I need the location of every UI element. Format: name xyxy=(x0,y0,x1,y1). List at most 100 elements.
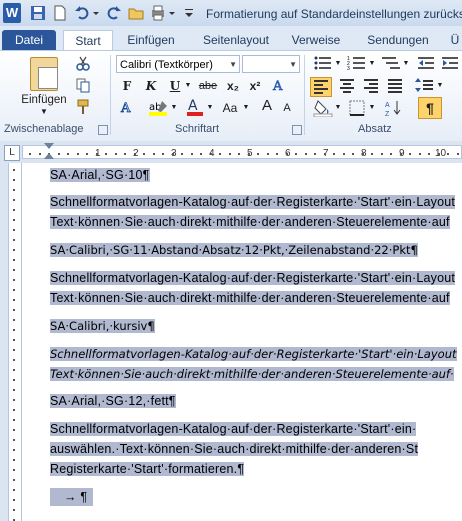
ruler-track[interactable]: 1 2 3 4 5 6 7 8 9 10 xyxy=(22,145,462,159)
ruler-tick xyxy=(209,153,212,155)
vertical-ruler-tick xyxy=(13,369,15,371)
print-dropdown-icon[interactable] xyxy=(168,5,176,21)
decrease-indent-icon[interactable] xyxy=(416,55,438,76)
first-line-indent-marker[interactable] xyxy=(44,143,54,149)
increase-indent-icon[interactable] xyxy=(440,55,462,76)
new-document-icon[interactable] xyxy=(52,5,68,21)
open-icon[interactable] xyxy=(128,5,144,21)
doc-line[interactable]: SA·Arial,·SG·12,·fett¶ xyxy=(50,394,176,408)
font-color-dropdown-icon[interactable]: ▼ xyxy=(206,99,214,117)
subscript-button[interactable]: x₂ xyxy=(224,77,242,95)
tab-einfuegen[interactable]: Einfügen xyxy=(120,30,182,50)
tab-selector-button[interactable]: L xyxy=(4,145,20,161)
doc-line[interactable]: SA·Arial,·SG·10¶ xyxy=(50,168,150,182)
strikethrough-button[interactable]: abe xyxy=(196,77,220,95)
copy-icon[interactable] xyxy=(74,77,92,98)
customize-qat-icon[interactable] xyxy=(184,5,194,21)
font-name-combo[interactable]: Calibri (Textkörper) ▼ xyxy=(116,55,240,73)
numbering-dropdown-icon[interactable]: ▼ xyxy=(368,55,376,73)
doc-line[interactable]: Text·können·Sie·auch·direkt·mithilfe·der… xyxy=(50,367,454,381)
italic-button[interactable]: K xyxy=(142,77,160,95)
change-case-button[interactable]: Aa xyxy=(218,99,242,117)
vertical-ruler-tick xyxy=(13,209,15,211)
doc-line[interactable]: SA·Calibri,·SG·11·Abstand·Absatz·12·Pkt,… xyxy=(50,243,418,257)
font-launcher-icon[interactable] xyxy=(292,125,302,135)
save-icon[interactable] xyxy=(30,5,46,21)
font-size-dropdown-icon[interactable]: ▼ xyxy=(289,56,297,74)
bullets-dropdown-icon[interactable]: ▼ xyxy=(334,55,342,73)
ruler-tick xyxy=(171,153,174,155)
underline-dropdown-icon[interactable]: ▼ xyxy=(184,77,192,95)
doc-line[interactable]: Text·können·Sie·auch·direkt·mithilfe·der… xyxy=(50,215,450,229)
vertical-ruler-tick xyxy=(13,279,15,281)
cut-icon[interactable] xyxy=(74,55,92,76)
tab-seitenlayout[interactable]: Seitenlayout xyxy=(194,30,278,50)
align-right-button[interactable] xyxy=(360,77,382,98)
print-preview-icon[interactable] xyxy=(150,5,166,21)
doc-line[interactable]: auswählen.·Text·können·Sie·auch·direkt·m… xyxy=(50,442,419,456)
doc-line[interactable]: SA·Calibri,·kursiv¶ xyxy=(50,319,155,333)
doc-line[interactable]: Schnellformatvorlagen-Katalog·auf·der·Re… xyxy=(50,347,457,361)
highlight-color-icon[interactable]: ab xyxy=(148,99,170,122)
ruler-tick xyxy=(428,153,430,155)
shrink-font-button[interactable]: A xyxy=(278,99,296,117)
tab-start[interactable]: Start xyxy=(63,30,113,51)
shading-dropdown-icon[interactable]: ▼ xyxy=(334,99,342,117)
doc-line[interactable]: Schnellformatvorlagen-Katalog·auf·der·Re… xyxy=(50,271,456,285)
multilevel-dropdown-icon[interactable]: ▼ xyxy=(402,55,410,73)
change-case-dropdown-icon[interactable]: ▼ xyxy=(242,99,250,117)
ruler-tick xyxy=(276,153,278,155)
font-name-dropdown-icon[interactable]: ▼ xyxy=(229,56,237,74)
format-painter-icon[interactable] xyxy=(74,99,92,120)
document-page[interactable]: SA·Arial,·SG·10¶ Schnellformatvorlagen-K… xyxy=(22,163,462,521)
vertical-ruler-tick xyxy=(13,169,15,171)
ruler-tick xyxy=(257,153,259,155)
grow-font-button[interactable]: A xyxy=(258,97,276,115)
tab-verweise[interactable]: Verweise xyxy=(288,30,344,50)
shading-icon[interactable] xyxy=(312,99,334,122)
underline-button[interactable]: U xyxy=(166,77,184,95)
highlight-dropdown-icon[interactable]: ▼ xyxy=(170,99,178,117)
doc-line-text: SA·Arial,·SG·10¶ xyxy=(50,168,150,182)
text-effects-icon[interactable]: A xyxy=(270,77,288,98)
borders-dropdown-icon[interactable]: ▼ xyxy=(368,99,376,117)
clipboard-launcher-icon[interactable] xyxy=(98,125,108,135)
undo-icon[interactable] xyxy=(74,5,90,21)
bullets-icon[interactable] xyxy=(312,55,334,76)
doc-line[interactable]: Registerkarte·'Start'·formatieren.¶ xyxy=(50,462,245,476)
numbering-icon[interactable]: 123 xyxy=(346,55,368,76)
align-left-button[interactable] xyxy=(310,77,332,97)
justify-button[interactable] xyxy=(384,77,406,98)
horizontal-ruler[interactable]: L 1 2 3 4 5 6 7 8 9 10 xyxy=(0,141,462,163)
tab-datei[interactable]: Datei xyxy=(2,30,56,50)
undo-dropdown-icon[interactable] xyxy=(92,5,100,21)
borders-icon[interactable] xyxy=(346,99,368,122)
line-spacing-dropdown-icon[interactable]: ▼ xyxy=(436,77,444,95)
bold-button[interactable]: F xyxy=(118,77,136,95)
tab-ueberpruefen[interactable]: Ü xyxy=(448,30,462,50)
doc-line[interactable]: Schnellformatvorlagen-Katalog·auf·der·Re… xyxy=(50,195,456,209)
hanging-indent-marker[interactable] xyxy=(44,153,54,159)
text-effects-icon-2[interactable]: A xyxy=(118,99,136,120)
group-separator xyxy=(304,55,305,135)
redo-icon[interactable] xyxy=(106,5,122,21)
doc-line[interactable]: Text·können·Sie·auch·direkt·mithilfe·der… xyxy=(50,291,450,305)
multilevel-list-icon[interactable] xyxy=(380,55,402,76)
word-app-icon[interactable]: W xyxy=(3,3,21,23)
tab-sendungen[interactable]: Sendungen xyxy=(362,30,434,50)
doc-line-text: SA·Calibri,·SG·11·Abstand·Absatz·12·Pkt,… xyxy=(50,243,418,257)
doc-line[interactable]: → ¶ xyxy=(50,488,94,506)
doc-line[interactable]: Schnellformatvorlagen-Katalog·auf·der·Re… xyxy=(50,422,417,436)
vertical-ruler-tick xyxy=(13,429,15,431)
font-color-icon[interactable]: A xyxy=(184,97,206,122)
font-size-combo[interactable]: ▼ xyxy=(242,55,300,73)
align-center-button[interactable] xyxy=(336,77,358,98)
document-area[interactable]: SA·Arial,·SG·10¶ Schnellformatvorlagen-K… xyxy=(22,163,462,521)
show-formatting-button[interactable]: ¶ xyxy=(418,97,442,119)
superscript-button[interactable]: x² xyxy=(246,77,264,95)
line-spacing-icon[interactable] xyxy=(414,77,436,98)
paste-button[interactable]: Einfügen ▼ xyxy=(20,53,68,116)
ribbon: Einfügen ▼ Zwischenablage Calibri (Textk… xyxy=(0,50,462,142)
sort-icon[interactable]: AZ xyxy=(384,99,406,122)
vertical-ruler[interactable] xyxy=(0,163,22,521)
